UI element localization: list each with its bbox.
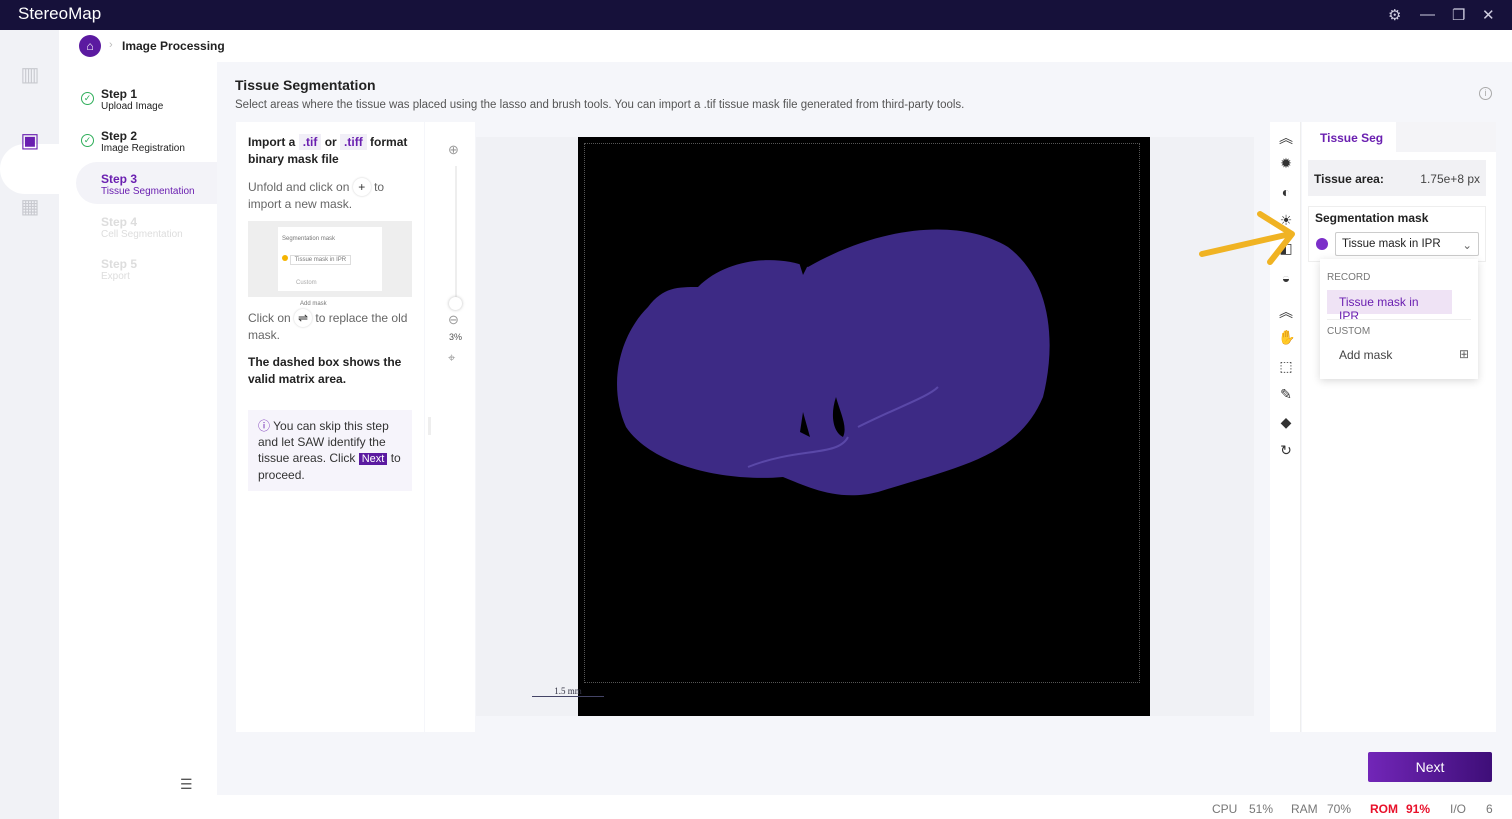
step-4: Step 4 Cell Segmentation — [101, 215, 183, 240]
page-title: Tissue Segmentation — [235, 77, 376, 93]
plus-icon: + — [352, 178, 371, 196]
app-title: StereoMap — [18, 4, 102, 23]
io-value: 6 — [1486, 802, 1493, 816]
map-icon[interactable]: ▥ — [18, 62, 42, 86]
eraser-icon[interactable]: ◆ — [1278, 414, 1294, 431]
scale-bar: 1.5 mm — [532, 686, 604, 697]
instructions-panel: Import a .tif or .tiff format binary mask… — [236, 122, 424, 732]
seg-label: Segmentation mask — [1315, 211, 1429, 225]
chevron-down-icon: ⌄ — [1462, 240, 1472, 252]
skip-tip: ⓘ You can skip this step and let SAW ide… — [248, 410, 412, 491]
add-mask-icon[interactable]: ⊞ — [1459, 347, 1469, 361]
tissue-area: Tissue area: 1.75e+8 px — [1308, 160, 1486, 196]
apps-icon[interactable]: ▦ — [18, 194, 42, 218]
steps-sidebar: ✓ Step 1 Upload Image ✓ Step 2 Image Regis… — [59, 62, 217, 795]
dashed-note: The dashed box shows the valid matrix ar… — [248, 355, 402, 386]
tissue-image[interactable] — [578, 137, 1150, 716]
preview-image: Segmentation mask Tissue mask in IPR Cus… — [248, 221, 412, 307]
zoom-out-icon[interactable]: ⊖ — [448, 312, 459, 328]
unfold-instruction: Unfold and click on + to import a new ma… — [248, 178, 385, 211]
center-icon[interactable]: ⌖ — [448, 350, 455, 366]
close-icon[interactable]: ✕ — [1482, 6, 1495, 24]
zoom-slider[interactable] — [455, 166, 457, 302]
contrast-icon[interactable]: ◐ — [1278, 184, 1294, 200]
step-2[interactable]: Step 2 Image Registration — [101, 129, 185, 154]
rom-label: ROM — [1370, 802, 1398, 816]
dropdown-item-record[interactable]: Tissue mask in IPR — [1327, 290, 1452, 323]
import-instruction: Import a .tif or .tiff format binary mask… — [248, 134, 408, 166]
image-icon[interactable]: ▣ — [18, 128, 42, 152]
zoom-in-icon[interactable]: ⊕ — [448, 142, 459, 158]
step-1[interactable]: Step 1 Upload Image — [101, 87, 163, 112]
minimize-icon[interactable]: — — [1420, 6, 1435, 23]
zoom-controls: ⊕ ⊖ 3% ⌖ — [425, 122, 475, 732]
cpu-value: 51% — [1249, 802, 1274, 816]
icon-rail: ▥ ▣ ▦ — [0, 30, 59, 819]
home-icon[interactable]: ⌂ — [79, 35, 101, 57]
breadcrumb: ⌂ › Image Processing — [59, 30, 1512, 62]
restore-icon[interactable]: ❐ — [1452, 6, 1465, 24]
zoom-slider-handle[interactable] — [449, 297, 462, 310]
tab-bar-empty — [1396, 122, 1496, 152]
hand-icon[interactable]: ✋ — [1278, 329, 1295, 346]
annotation-arrow-icon — [1199, 211, 1295, 265]
segmentation-mask-card: Segmentation mask Tissue mask in IPR ⌄ — [1308, 206, 1486, 262]
next-button[interactable]: Next — [1368, 752, 1492, 782]
ram-value: 70% — [1327, 802, 1352, 816]
brush-icon[interactable]: ✎ — [1278, 386, 1294, 403]
opacity-icon[interactable]: ◒ — [1278, 270, 1294, 286]
title-bar: StereoMap ⚙ — ❐ ✕ — [0, 0, 1512, 30]
zoom-level: 3% — [449, 332, 463, 342]
step-5: Step 5 Export — [101, 257, 138, 282]
io-label: I/O — [1450, 802, 1467, 816]
add-mask-item[interactable]: Add mask — [1339, 348, 1392, 362]
chevron-right-icon: › — [109, 39, 113, 51]
collapse-up-icon[interactable]: ︽ — [1278, 128, 1294, 148]
collapse-up-icon[interactable]: ︽ — [1278, 302, 1294, 322]
collapse-menu-icon[interactable]: ☰ — [180, 776, 193, 793]
step-3[interactable]: Step 3 Tissue Segmentation — [101, 172, 195, 197]
reset-icon[interactable]: ↻ — [1278, 442, 1294, 459]
brightness-icon[interactable]: ✹ — [1278, 155, 1294, 172]
ram-label: RAM — [1291, 802, 1318, 816]
rom-value: 91% — [1406, 802, 1431, 816]
mask-dropdown: RECORD Tissue mask in IPR CUSTOM Add mas… — [1320, 259, 1478, 379]
replace-instruction: Click on ⇌ to replace the old mask. — [248, 309, 408, 342]
settings-icon[interactable]: ⚙ — [1388, 6, 1401, 24]
status-bar: CPU 51% RAM 70% ROM 91% I/O 6 — [59, 795, 1512, 819]
panel-resize-handle[interactable] — [428, 417, 431, 435]
lasso-icon[interactable]: ⬚ — [1278, 358, 1294, 375]
check-icon: ✓ — [81, 92, 94, 105]
info-icon[interactable]: i — [1479, 87, 1492, 100]
page-subtitle: Select areas where the tissue was placed… — [235, 99, 965, 111]
divider — [1327, 319, 1471, 320]
tab-tissue-seg[interactable]: Tissue Seg — [1302, 122, 1396, 152]
breadcrumb-current: Image Processing — [122, 39, 225, 53]
mask-select[interactable]: Tissue mask in IPR ⌄ — [1335, 232, 1479, 256]
cpu-label: CPU — [1212, 802, 1238, 816]
check-icon: ✓ — [81, 134, 94, 147]
tissue-mask — [617, 229, 1050, 496]
info-icon: ⓘ — [258, 419, 271, 433]
mask-color-dot[interactable] — [1316, 238, 1328, 250]
